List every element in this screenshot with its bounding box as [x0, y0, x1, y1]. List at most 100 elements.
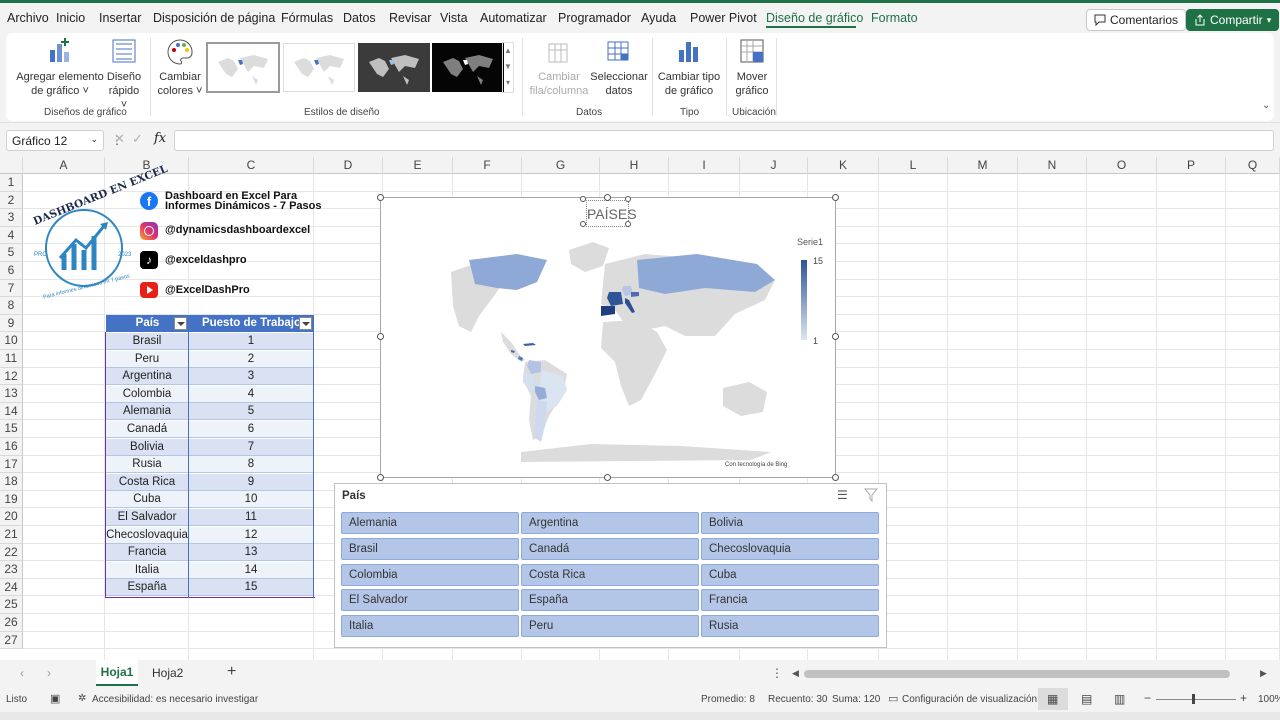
- table-cell-puesto[interactable]: 1: [189, 333, 313, 350]
- collapse-ribbon-icon[interactable]: ⌄: [1262, 100, 1270, 111]
- row-header-5[interactable]: 5: [0, 244, 23, 262]
- menu-disposicion[interactable]: Disposición de página: [153, 11, 275, 25]
- comments-button[interactable]: Comentarios: [1086, 9, 1187, 31]
- row-header-16[interactable]: 16: [0, 438, 23, 456]
- table-cell-pais[interactable]: Argentina: [106, 368, 188, 386]
- status-zoom[interactable]: 100%: [1258, 694, 1280, 705]
- add-chart-element-button[interactable]: Agregar elemento de gráfico ˅: [14, 38, 106, 98]
- row-header-15[interactable]: 15: [0, 420, 23, 438]
- enter-icon[interactable]: ✓: [132, 131, 143, 147]
- row-header-7[interactable]: 7: [0, 279, 23, 298]
- menu-vista[interactable]: Vista: [440, 11, 468, 25]
- slicer-item[interactable]: España: [521, 589, 699, 612]
- chart-style-4[interactable]: [432, 43, 504, 92]
- table-cell-pais[interactable]: Brasil: [106, 333, 188, 350]
- table-cell-puesto[interactable]: 3: [189, 368, 313, 386]
- select-data-button[interactable]: Seleccionar datos: [590, 38, 648, 98]
- normal-view-icon[interactable]: ▦: [1047, 692, 1058, 706]
- column-header-h[interactable]: H: [600, 157, 669, 174]
- more-options-icon[interactable]: ⋮: [771, 666, 783, 680]
- chevron-down-icon[interactable]: ▾: [1267, 15, 1272, 26]
- prev-sheet-icon[interactable]: ‹: [20, 666, 24, 680]
- column-header-c[interactable]: C: [189, 157, 314, 174]
- table-cell-pais[interactable]: Francia: [106, 544, 188, 562]
- slicer-item[interactable]: Alemania: [341, 512, 519, 534]
- scroll-right-icon[interactable]: ▶: [1260, 668, 1267, 679]
- table-cell-puesto[interactable]: 7: [189, 438, 313, 456]
- formula-input[interactable]: [174, 130, 1274, 151]
- next-sheet-icon[interactable]: ›: [47, 666, 51, 680]
- column-header-o[interactable]: O: [1087, 157, 1157, 174]
- table-cell-puesto[interactable]: 6: [189, 421, 313, 438]
- switch-row-column-button[interactable]: Cambiar fila/columna: [528, 38, 590, 98]
- name-box[interactable]: Gráfico 12 ⌄: [6, 130, 104, 151]
- style-gallery-scroll[interactable]: ▲ ▼ ▾: [502, 42, 514, 93]
- resize-handle[interactable]: [377, 474, 384, 481]
- column-header-e[interactable]: E: [383, 157, 453, 174]
- zoom-in-icon[interactable]: +: [1240, 691, 1247, 705]
- column-header-k[interactable]: K: [808, 157, 879, 174]
- row-header-12[interactable]: 12: [0, 367, 23, 386]
- chevron-down-icon[interactable]: ⌄: [90, 134, 98, 145]
- resize-handle[interactable]: [832, 474, 839, 481]
- slicer-item[interactable]: Italia: [341, 615, 519, 638]
- row-header-21[interactable]: 21: [0, 526, 23, 544]
- insert-function-icon[interactable]: fx: [154, 131, 166, 146]
- status-accessibility[interactable]: Accesibilidad: es necesario investigar: [92, 694, 258, 705]
- resize-handle[interactable]: [832, 194, 839, 201]
- table-cell-pais[interactable]: Canadá: [106, 421, 188, 438]
- change-chart-type-button[interactable]: Cambiar tipo de gráfico: [656, 38, 722, 98]
- quick-layout-button[interactable]: Diseño rápido ˅: [104, 38, 144, 112]
- row-header-14[interactable]: 14: [0, 402, 23, 421]
- resize-handle[interactable]: [604, 474, 611, 481]
- row-header-3[interactable]: 3: [0, 209, 23, 227]
- slicer-item[interactable]: Cuba: [701, 563, 879, 586]
- table-cell-pais[interactable]: Rusia: [106, 456, 188, 474]
- slicer-item[interactable]: Francia: [701, 589, 879, 612]
- slicer-item[interactable]: Checoslovaquia: [701, 537, 879, 560]
- column-header-i[interactable]: I: [669, 157, 740, 174]
- table-cell-pais[interactable]: El Salvador: [106, 509, 188, 526]
- chart-style-1[interactable]: [206, 42, 280, 93]
- chart-style-2[interactable]: [283, 43, 355, 92]
- menu-diseno-grafico[interactable]: Diseño de gráfico: [766, 11, 863, 25]
- sheet-tab-hoja2[interactable]: Hoja2: [152, 666, 183, 680]
- table-cell-puesto[interactable]: 14: [189, 561, 313, 579]
- menu-formato[interactable]: Formato: [871, 11, 918, 25]
- change-colors-button[interactable]: Cambiar colores ˅: [156, 38, 204, 98]
- slicer-item[interactable]: Peru: [521, 615, 699, 638]
- table-cell-puesto[interactable]: 8: [189, 456, 313, 474]
- table-cell-pais[interactable]: Alemania: [106, 403, 188, 421]
- table-cell-puesto[interactable]: 10: [189, 491, 313, 509]
- add-sheet-icon[interactable]: +: [227, 663, 236, 681]
- row-header-13[interactable]: 13: [0, 385, 23, 403]
- table-cell-pais[interactable]: Checoslovaquia: [106, 526, 188, 544]
- slicer-pais[interactable]: País ☰ Alemania Argentina Bolivia Brasil Can…: [334, 483, 887, 648]
- slicer-item[interactable]: Bolivia: [701, 512, 879, 534]
- row-header-17[interactable]: 17: [0, 455, 23, 474]
- move-chart-button[interactable]: Mover gráfico: [730, 38, 774, 98]
- menu-power-pivot[interactable]: Power Pivot: [690, 11, 757, 25]
- slicer-item[interactable]: Rusia: [701, 615, 879, 638]
- table-cell-puesto[interactable]: 13: [189, 544, 313, 562]
- table-header-puesto[interactable]: Puesto de Trabajo: [189, 315, 314, 332]
- column-header-m[interactable]: M: [948, 157, 1018, 174]
- page-break-view-icon[interactable]: ▥: [1114, 692, 1125, 706]
- title-handle[interactable]: [580, 221, 586, 227]
- filter-dropdown-icon[interactable]: [299, 317, 312, 330]
- column-header-d[interactable]: D: [314, 157, 383, 174]
- accessibility-icon[interactable]: ✲: [78, 693, 86, 704]
- table-cell-pais[interactable]: Italia: [106, 561, 188, 579]
- menu-automatizar[interactable]: Automatizar: [480, 11, 547, 25]
- table-cell-pais[interactable]: Bolivia: [106, 438, 188, 456]
- table-cell-puesto[interactable]: 11: [189, 509, 313, 526]
- map-chart[interactable]: PAÍSES Serie1 15 1 Con tecnología de Bin…: [380, 197, 836, 478]
- zoom-slider-thumb[interactable]: [1192, 694, 1195, 704]
- zoom-out-icon[interactable]: −: [1144, 691, 1151, 705]
- table-cell-pais[interactable]: Costa Rica: [106, 473, 188, 491]
- resize-handle[interactable]: [377, 333, 384, 340]
- display-settings-icon[interactable]: ▭: [888, 692, 898, 705]
- page-layout-view-icon[interactable]: ▤: [1081, 692, 1092, 706]
- row-header-10[interactable]: 10: [0, 332, 23, 350]
- table-cell-pais[interactable]: Colombia: [106, 385, 188, 403]
